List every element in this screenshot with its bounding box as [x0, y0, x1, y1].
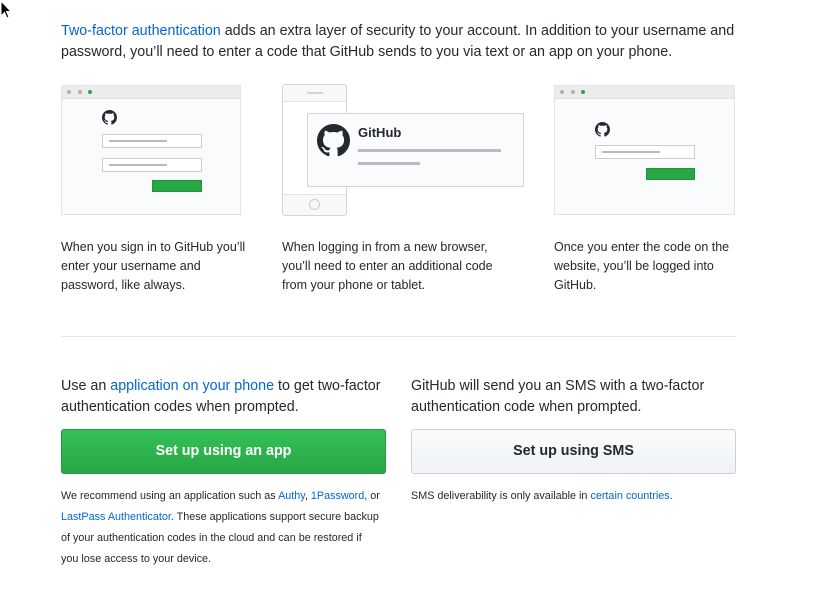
section-divider	[61, 336, 736, 337]
github-octocat-icon	[317, 124, 350, 157]
intro-paragraph: Two-factor authentication adds an extra …	[61, 21, 751, 63]
illustration-code-entry	[554, 85, 735, 215]
app-recommendation-note: We recommend using an application such a…	[61, 486, 381, 570]
sign-in-button-graphic	[152, 180, 202, 192]
verify-button-graphic	[646, 168, 695, 180]
github-brand-text: GitHub	[358, 125, 402, 140]
sms-note-text: .	[669, 490, 673, 502]
github-octocat-icon	[595, 122, 610, 137]
username-field-graphic	[102, 134, 202, 148]
illustration-code-card: GitHub	[307, 113, 524, 187]
browser-bar	[62, 86, 240, 99]
setup-app-button[interactable]: Set up using an app	[61, 429, 386, 474]
1password-link[interactable]: 1Password	[311, 490, 364, 502]
sms-availability-note: SMS deliverability is only available in …	[411, 486, 741, 507]
step-2-description: When logging in from a new browser, you’…	[282, 240, 493, 292]
phone-home-button	[309, 199, 320, 210]
illustration-sign-in	[61, 85, 241, 215]
app-note-text: We recommend using an application such a…	[61, 490, 279, 502]
password-field-graphic	[102, 158, 202, 172]
code-field-graphic	[595, 145, 695, 159]
sms-option-text: GitHub will send you an SMS with a two-f…	[411, 378, 705, 415]
github-octocat-icon	[102, 110, 117, 125]
app-option-text: Use an application on your phone to get …	[61, 376, 391, 418]
setup-sms-button[interactable]: Set up using SMS	[411, 429, 736, 474]
certain-countries-link[interactable]: certain countries	[590, 490, 669, 502]
app-note-separator: , or	[364, 490, 380, 502]
two-factor-link[interactable]: Two-factor authentication	[61, 23, 221, 39]
application-on-phone-link[interactable]: application on your phone	[110, 378, 274, 394]
step-1-description: When you sign in to GitHub you’ll enter …	[61, 240, 246, 292]
lastpass-authenticator-link[interactable]: LastPass Authenticator	[61, 511, 171, 523]
authy-link[interactable]: Authy	[278, 490, 305, 502]
sms-note-text: SMS deliverability is only available in	[411, 490, 591, 502]
app-text-prefix: Use an	[61, 378, 111, 394]
step-3-description: Once you enter the code on the website, …	[554, 240, 730, 292]
browser-bar	[555, 86, 734, 99]
mouse-cursor-icon	[0, 0, 13, 19]
